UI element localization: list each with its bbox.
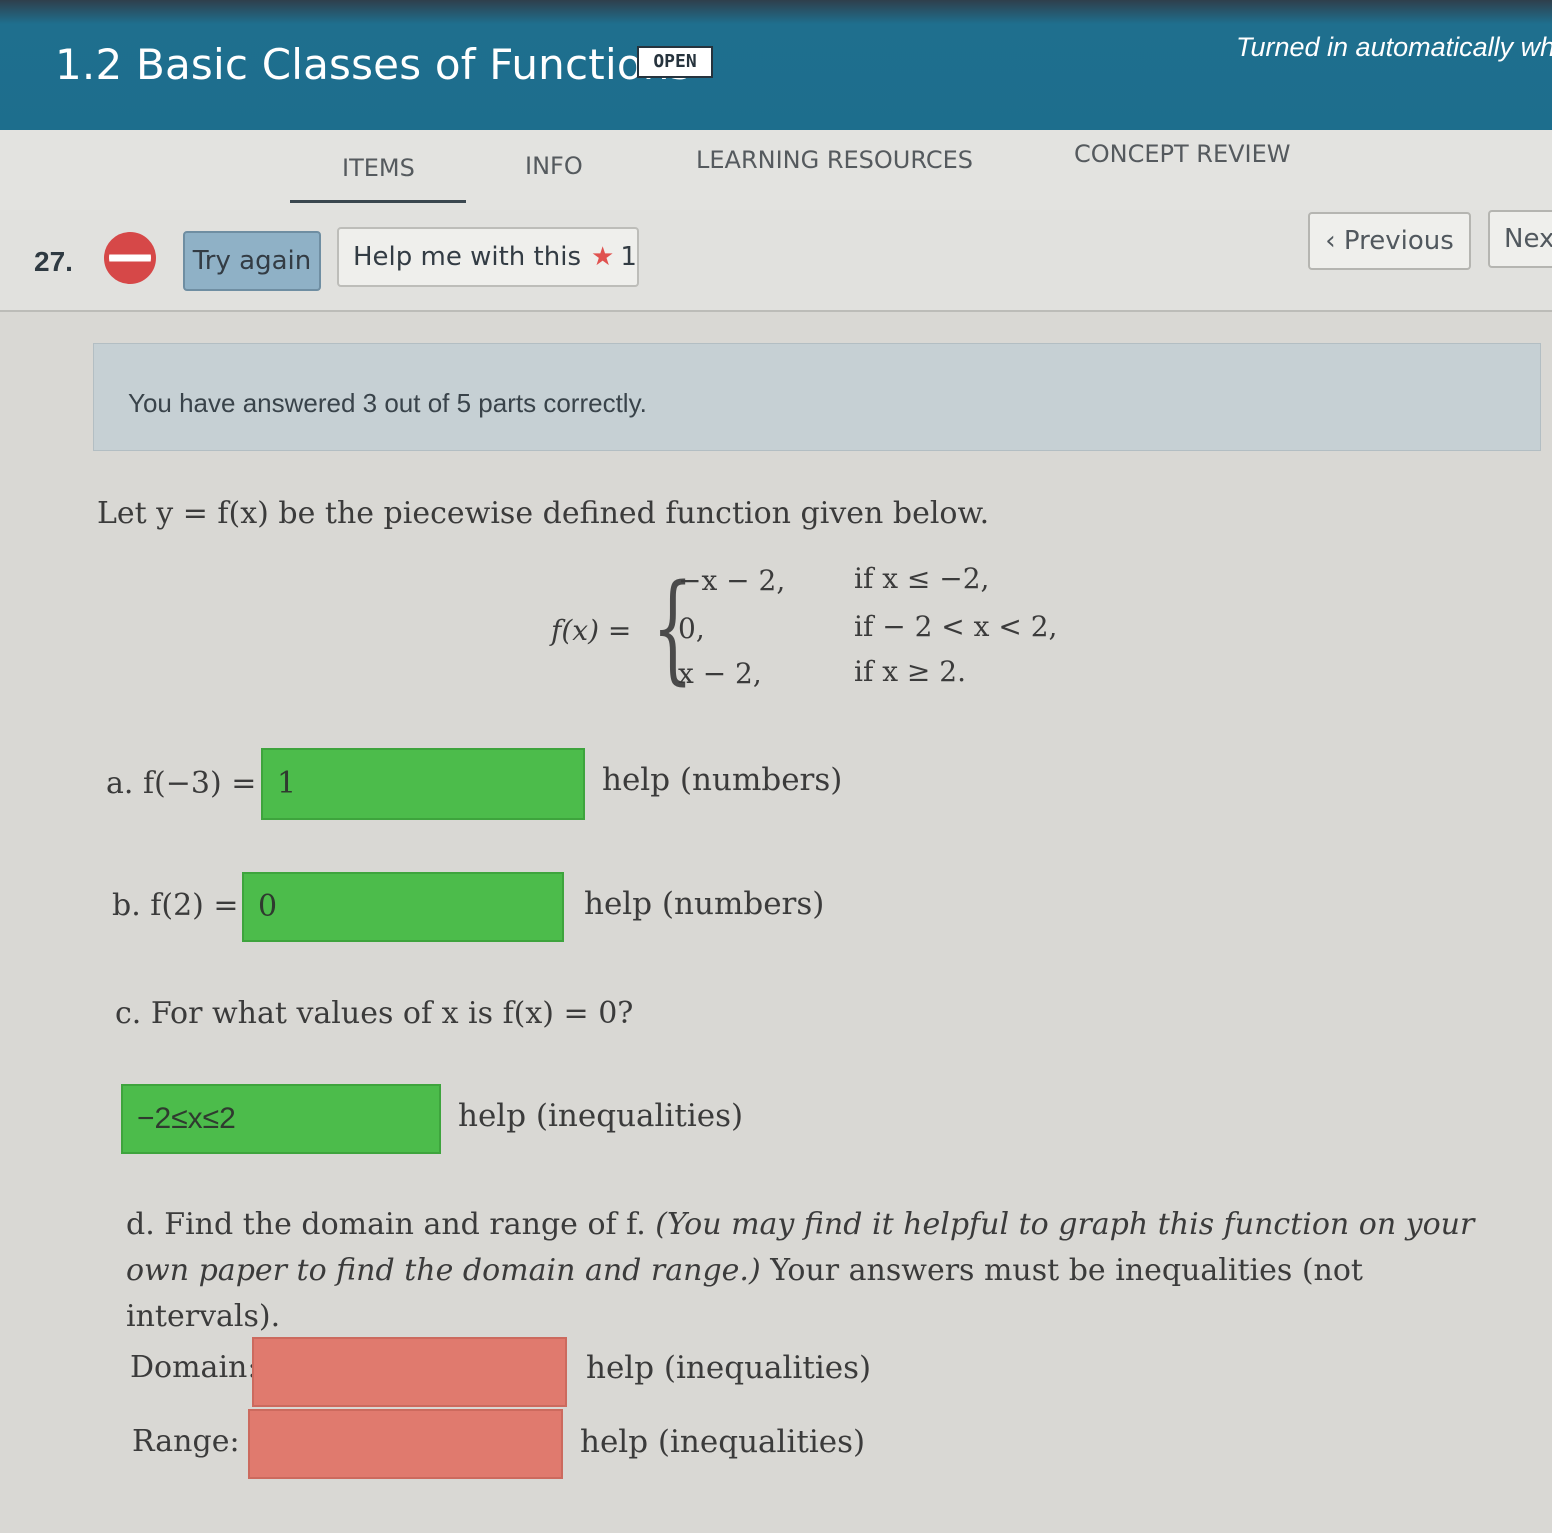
domain-label: Domain: xyxy=(130,1350,258,1385)
try-again-button[interactable]: Try again xyxy=(183,231,321,291)
case-1-expression: −x − 2, xyxy=(678,564,786,597)
help-count: 1 xyxy=(620,242,637,272)
function-lhs: f(x) = xyxy=(551,614,632,647)
star-icon: ★ xyxy=(591,242,615,272)
part-a-answer-input[interactable]: 1 xyxy=(261,748,585,820)
assignment-title: 1.2 Basic Classes of Functions xyxy=(55,40,692,89)
part-c-question: c. For what values of x is f(x) = 0? xyxy=(115,996,634,1031)
range-help-link[interactable]: help (inequalities) xyxy=(580,1424,865,1460)
case-3-condition: if x ≥ 2. xyxy=(854,655,966,688)
previous-button[interactable]: ‹ Previous xyxy=(1308,212,1471,270)
tab-info[interactable]: INFO xyxy=(525,152,583,180)
help-me-button[interactable]: Help me with this ★ 1 xyxy=(337,227,639,287)
turn-in-notice: Turned in automatically wher xyxy=(1236,32,1552,62)
part-d-question: d. Find the domain and range of f. (You … xyxy=(126,1202,1496,1340)
part-a-help-link[interactable]: help (numbers) xyxy=(602,762,842,798)
part-c-answer-input[interactable]: −2≤x≤2 xyxy=(121,1084,441,1154)
previous-label: Previous xyxy=(1343,226,1454,256)
partial-credit-status-icon xyxy=(104,232,156,284)
problem-intro: Let y = f(x) be the piecewise defined fu… xyxy=(97,496,990,531)
open-status-badge: OPEN xyxy=(637,46,713,78)
help-me-label: Help me with this xyxy=(353,242,581,272)
next-button[interactable]: Nex xyxy=(1488,210,1552,268)
part-d-question-start: d. Find the domain and range of f. xyxy=(126,1207,656,1242)
part-b-label: b. f(2) = xyxy=(112,888,239,923)
chevron-left-icon: ‹ xyxy=(1325,226,1336,256)
part-b-answer-input[interactable]: 0 xyxy=(242,872,564,942)
active-tab-indicator xyxy=(290,200,466,203)
score-message: You have answered 3 out of 5 parts corre… xyxy=(128,388,647,418)
tab-items[interactable]: ITEMS xyxy=(342,154,415,182)
part-b-help-link[interactable]: help (numbers) xyxy=(584,886,824,922)
tab-concept-review[interactable]: CONCEPT REVIEW xyxy=(1074,140,1291,168)
part-a-label: a. f(−3) = xyxy=(106,766,257,801)
question-number: 27. xyxy=(34,246,73,277)
range-label: Range: xyxy=(132,1424,240,1459)
case-2-condition: if − 2 < x < 2, xyxy=(854,610,1058,643)
range-answer-input[interactable] xyxy=(248,1409,563,1479)
case-2-expression: 0, xyxy=(678,612,705,645)
domain-answer-input[interactable] xyxy=(252,1337,567,1407)
part-c-help-link[interactable]: help (inequalities) xyxy=(458,1098,743,1134)
case-3-expression: x − 2, xyxy=(678,657,762,690)
tab-learning-resources[interactable]: LEARNING RESOURCES xyxy=(696,146,973,174)
case-1-condition: if x ≤ −2, xyxy=(854,562,990,595)
domain-help-link[interactable]: help (inequalities) xyxy=(586,1350,871,1386)
